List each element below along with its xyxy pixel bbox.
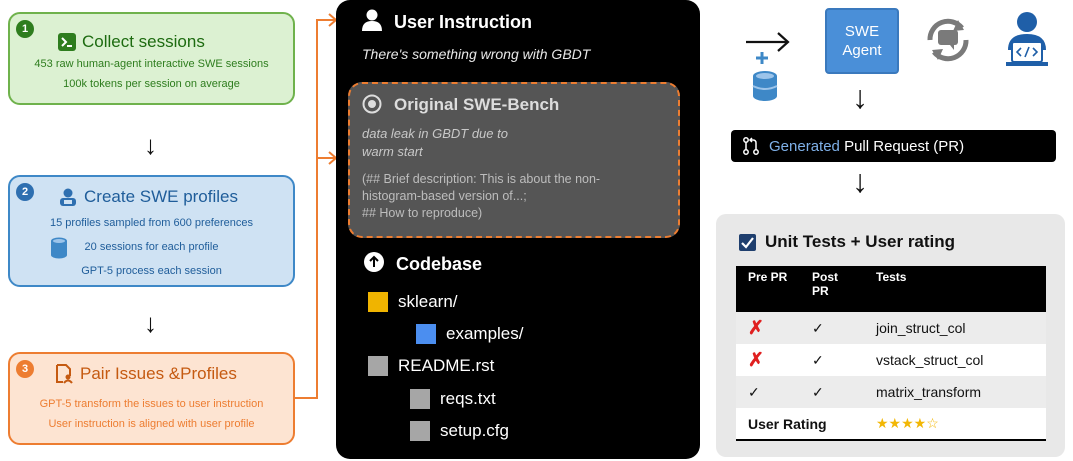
swe-agent-box: SWE Agent (825, 8, 899, 74)
swe-bench-box: Original SWE-Bench data leak in GBDT due… (348, 82, 680, 238)
pass-icon: ✓ (748, 383, 760, 400)
codebase-title: Codebase (396, 254, 483, 274)
pr-generated: Generated (769, 137, 840, 155)
step2-line2: 20 sessions for each profile (84, 241, 219, 253)
checkbox-icon (739, 233, 756, 251)
test-name: matrix_transform (876, 384, 982, 400)
header-tests: Tests (864, 266, 1046, 312)
rating-label: User Rating (748, 415, 827, 432)
step3-box: 3 Pair Issues &Profiles GPT-5 transform … (8, 352, 295, 445)
desc-line3: ## How to reproduce) (362, 206, 483, 220)
table-row: ✓ ✓ matrix_transform (736, 376, 1046, 408)
step2-line1: 15 profiles sampled from 600 preferences (50, 217, 253, 229)
file-name: sklearn/ (398, 292, 458, 311)
pass-icon: ✓ (812, 383, 824, 400)
developer-icon (1006, 12, 1048, 66)
file-name: setup.cfg (440, 421, 509, 440)
step2-number: 2 (16, 183, 34, 201)
file-icon (410, 389, 430, 409)
file-readme: README.rst (368, 356, 494, 376)
pass-icon: ✓ (812, 319, 824, 336)
issue-line2: warm start (362, 144, 423, 159)
step3-line2: User instruction is aligned with user pr… (48, 418, 255, 430)
desc-line2: histogram-based version of...; (362, 189, 527, 203)
pass-icon: ✓ (812, 351, 824, 368)
step2-line3: GPT-5 process each session (81, 265, 222, 277)
test-name: join_struct_col (876, 320, 966, 336)
down-arrow-4: ↓ (852, 163, 868, 199)
step1-line2: 100k tokens per session on average (63, 78, 240, 90)
user-coder-icon (60, 188, 76, 206)
agent-label: SWE Agent (842, 23, 882, 59)
upload-circle-icon (364, 252, 384, 272)
down-arrow-3: ↓ (852, 79, 868, 115)
tests-panel: Unit Tests + User rating Pre PR Post PR … (716, 214, 1065, 457)
step3-line1: GPT-5 transform the issues to user instr… (39, 398, 264, 410)
down-arrow-2: ↓ (144, 308, 157, 338)
header-post: Post PR (800, 266, 864, 312)
task-panel: User Instruction There's something wrong… (336, 0, 700, 459)
database-add-icon (752, 52, 778, 101)
file-icon (368, 356, 388, 376)
user-instruction-text: There's something wrong with GBDT (362, 46, 591, 62)
rating-stars: ★★★★☆ (876, 415, 939, 431)
table-row: ✗ ✓ join_struct_col (736, 312, 1046, 344)
step3-title: Pair Issues &Profiles (80, 364, 237, 383)
user-icon (362, 9, 382, 31)
file-icon (410, 421, 430, 441)
step2-title: Create SWE profiles (84, 187, 238, 206)
file-examples: examples/ (416, 324, 523, 344)
file-reqs: reqs.txt (410, 389, 496, 409)
test-name: vstack_struct_col (876, 352, 984, 368)
pull-request-bar: Generated Pull Request (PR) (731, 130, 1056, 162)
terminal-icon (58, 33, 76, 51)
step1-title: Collect sessions (82, 32, 205, 51)
table-row: ✗ ✓ vstack_struct_col (736, 344, 1046, 376)
tests-title: Unit Tests + User rating (765, 232, 956, 251)
desc-line1: (## Brief description: This is about the… (362, 172, 601, 186)
step2-box: 2 Create SWE profiles 15 profiles sample… (8, 175, 295, 287)
step1-number: 1 (16, 20, 34, 38)
file-name: examples/ (446, 324, 524, 343)
file-setup: setup.cfg (410, 421, 509, 441)
target-icon (362, 94, 382, 114)
issue-line1: data leak in GBDT due to (362, 126, 508, 141)
step1-line1: 453 raw human-agent interactive SWE sess… (34, 58, 269, 70)
tests-table: Pre PR Post PR Tests ✗ ✓ join_struct_col… (736, 266, 1046, 441)
fail-icon: ✗ (748, 317, 764, 339)
user-instruction-title: User Instruction (394, 12, 533, 32)
sync-chat-icon (927, 18, 969, 62)
fail-icon: ✗ (748, 349, 764, 371)
pull-request-icon (743, 137, 759, 155)
folder-icon (368, 292, 388, 312)
step3-number: 3 (16, 360, 34, 378)
file-name: reqs.txt (440, 389, 496, 408)
folder-icon (416, 324, 436, 344)
rating-row: User Rating ★★★★☆ (736, 408, 1046, 440)
file-sklearn: sklearn/ (368, 292, 458, 312)
pr-title: Pull Request (PR) (844, 137, 965, 155)
pair-doc-icon (56, 364, 73, 384)
step1-box: 1 Collect sessions 453 raw human-agent i… (8, 12, 295, 105)
connector-lines (295, 13, 338, 399)
file-name: README.rst (398, 356, 495, 375)
down-arrow-1: ↓ (144, 130, 157, 160)
header-pre: Pre PR (736, 266, 800, 312)
swe-bench-title: Original SWE-Bench (394, 95, 560, 114)
